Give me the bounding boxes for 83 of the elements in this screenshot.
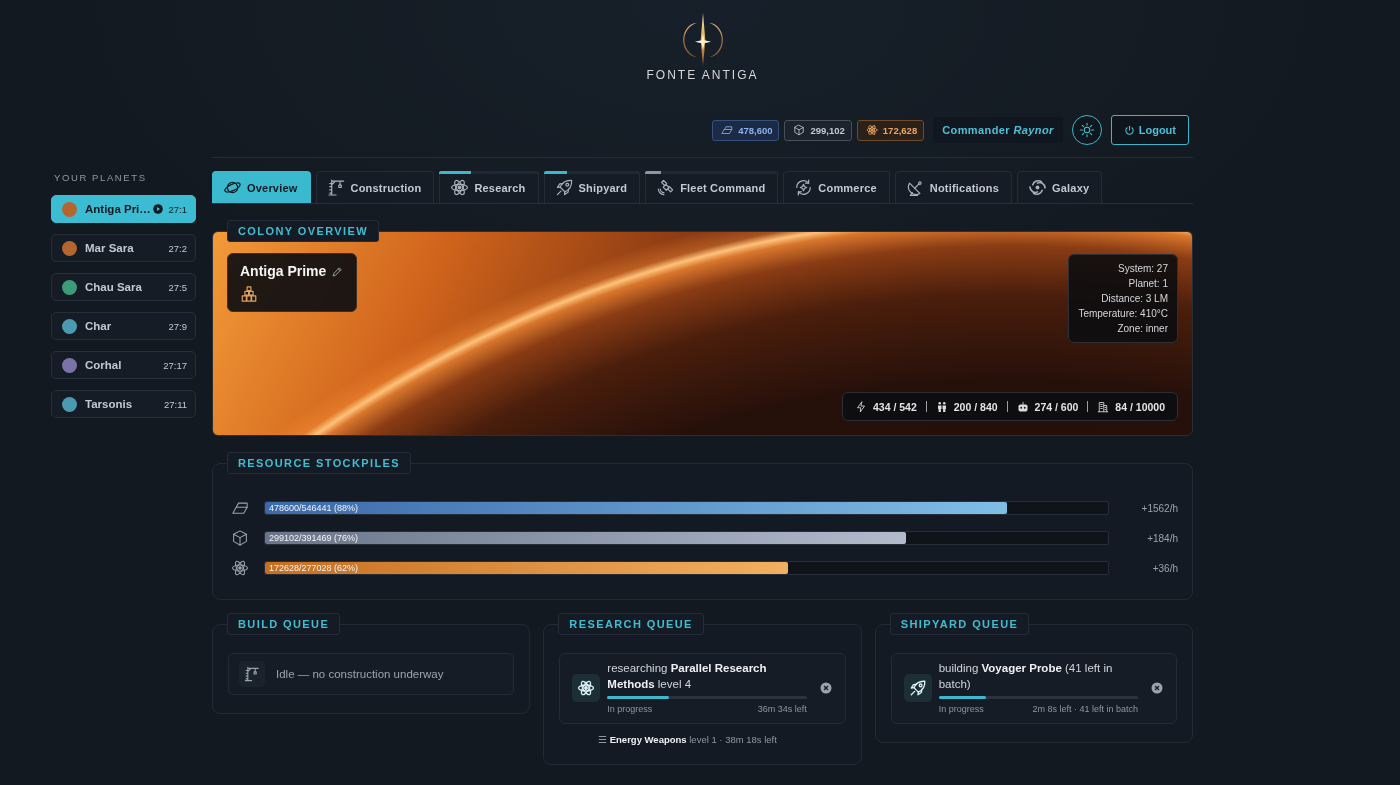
queue-next-item: ☰ Energy Weapons level 1 · 38m 18s left [597,734,778,746]
section-heading: SHIPYARD QUEUE [889,613,1030,635]
cube-icon [231,529,249,547]
lightning-icon [854,400,867,413]
stacked-blocks-icon [240,285,258,303]
stock-rate: +1562/h [1140,502,1178,514]
planet-coordinates: 27:11 [163,398,187,410]
colony-name: Antiga Prime [240,263,327,279]
queue-time-left: 36m 34s left [757,704,807,715]
pencil-icon[interactable] [332,265,344,277]
planet-item[interactable]: Corhal 27:17 [51,351,196,379]
planet-item[interactable]: Tarsonis 27:11 [51,390,196,418]
cycle-arrows-icon [794,178,814,197]
section-heading: COLONY OVERVIEW [227,220,379,242]
close-icon[interactable] [819,681,832,694]
planet-coordinates: 27:5 [168,281,187,293]
stat-value: 200 / 840 [953,400,998,413]
nav-tab[interactable]: Fleet Command [645,171,779,203]
planet-item[interactable]: Antiga Pri… 27:1 [51,195,196,223]
building-icon [1097,400,1110,413]
planet-info-line: Planet: 1 [1127,277,1168,291]
stat-value: 84 / 10000 [1115,400,1165,413]
queue-item-text: building Voyager Probe (41 left in batch) [938,661,1114,692]
atom-icon [450,178,470,197]
planet-item[interactable]: Mar Sara 27:2 [51,234,196,262]
crane-icon [239,661,265,687]
ingot-icon [721,124,734,136]
section-heading: RESEARCH QUEUE [558,613,704,635]
cube-icon [793,124,806,136]
resource-amount: 172,628 [882,124,918,136]
brand-name: FONTE ANTIGA [646,69,759,82]
nav-tab[interactable]: Galaxy [1017,171,1103,203]
logout-button[interactable]: Logout [1110,115,1189,145]
rocket-icon [554,178,574,197]
queue-status: In progress [607,704,653,715]
ingot-icon [231,499,249,517]
queue-item-text: researching Parallel Research Methods level 4 [607,661,768,692]
power-icon [1123,124,1135,136]
sun-icon [1078,122,1095,138]
commander-name: Commander Raynor [933,117,1063,143]
resource-amount: 299,102 [810,124,845,136]
stock-amount: 172628/277028 (62%) [268,563,359,573]
stock-rate: +184/h [1146,532,1178,544]
satellite-icon [656,178,676,197]
atom-icon [231,559,249,577]
stock-amount: 478600/546441 (88%) [268,503,359,513]
theme-toggle-button[interactable] [1071,115,1102,145]
queue-idle-text: Idle — no construction underway [276,668,444,680]
section-heading: BUILD QUEUE [227,613,341,635]
swirl-icon [1028,178,1047,197]
planet-info-line: System: 27 [1116,262,1168,276]
people-icon [935,400,948,413]
planet-coordinates: 27:9 [168,320,187,332]
resource-amount: 478,600 [738,124,773,136]
rocket-icon [903,673,932,702]
robot-icon [1016,400,1029,413]
nav-tab[interactable]: Overview [212,171,311,203]
stock-rate: +36/h [1151,562,1178,574]
planet-coordinates: 27:2 [168,242,187,254]
section-heading: RESOURCE STOCKPILES [227,452,412,474]
nav-tab[interactable]: Notifications [894,171,1012,203]
queue-time-left: 2m 8s left · 41 left in batch [1032,704,1138,715]
nav-tab[interactable]: Shipyard [543,171,641,203]
stat-value: 434 / 542 [872,400,917,413]
nav-tab[interactable]: Commerce [783,171,890,203]
atom-icon [865,124,878,136]
nav-tab[interactable]: Research [439,171,539,203]
planet-info-line: Distance: 3 LM [1100,292,1168,306]
planet-item[interactable]: Chau Sara 27:5 [51,273,196,301]
planet-item[interactable]: Char 27:9 [51,312,196,340]
crane-icon [326,178,346,197]
nav-tab[interactable]: Construction [315,171,435,203]
planet-coordinates: 27:17 [163,359,187,371]
planet-info-line: Temperature: 410°C [1078,307,1168,321]
stock-amount: 299102/391469 (76%) [268,533,359,543]
queue-status: In progress [938,704,984,715]
planet-coordinates: 27:1 [168,203,187,215]
satellite-dish-icon [905,178,925,197]
stat-value: 274 / 600 [1034,400,1079,413]
atom-icon [572,673,601,702]
planet-info-line: Zone: inner [1116,322,1168,336]
sidebar-heading: YOUR PLANETS [54,172,148,183]
close-icon[interactable] [1151,681,1163,694]
